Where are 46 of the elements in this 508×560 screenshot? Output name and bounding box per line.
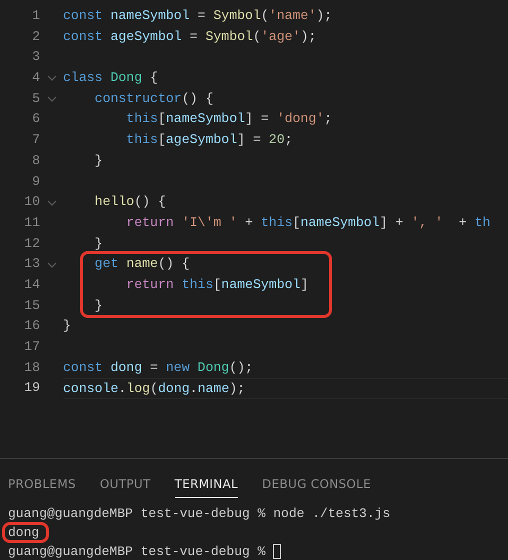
line-number: 15	[23, 296, 40, 315]
code-line: return 'I\'m ' + this[nameSymbol] + ', ' + th	[125, 214, 490, 230]
terminal-line: guang@guangdeMBP test-vue-debug % node ./test3.js	[8, 506, 390, 521]
code-line: this[nameSymbol] = 'dong';	[125, 111, 332, 126]
panel-tab[interactable]: TERMINAL	[174, 471, 238, 498]
line-number: 18	[23, 358, 40, 377]
code-line: this[ageSymbol] = 20;	[125, 132, 293, 148]
code-line: class Dong {	[63, 70, 158, 86]
panel-tab[interactable]: OUTPUT	[100, 471, 151, 498]
code-line: }	[94, 152, 103, 168]
code-line: }	[63, 318, 71, 334]
line-number: 10	[23, 193, 40, 212]
line-number: 16	[23, 317, 40, 336]
line-number: 17	[23, 338, 40, 356]
line-number: 19	[23, 379, 40, 398]
line-number: 1	[31, 7, 40, 25]
code-line: const ageSymbol = Symbol('age');	[63, 28, 316, 44]
code-line: const nameSymbol = Symbol('name');	[63, 8, 332, 23]
line-number: 3	[31, 48, 40, 66]
code-line: hello() {	[94, 194, 166, 210]
line-number: 14	[23, 276, 40, 294]
line-number: 4	[31, 69, 40, 88]
code-line: const dong = new Dong();	[63, 360, 253, 375]
line-number: 12	[23, 234, 40, 253]
line-number: 9	[31, 172, 40, 190]
terminal-line: guang@guangdeMBP test-vue-debug %	[8, 544, 266, 559]
chevron-icon[interactable]	[46, 75, 56, 82]
code-line: }	[94, 236, 103, 251]
code-line: get name() {	[94, 256, 190, 272]
line-number: 2	[31, 28, 40, 46]
panel-tab[interactable]: PROBLEMS	[8, 471, 76, 498]
code-line: console.log(dong.name);	[63, 381, 246, 396]
line-number: 11	[23, 214, 40, 232]
line-number: 8	[31, 152, 40, 170]
code-line: }	[94, 298, 103, 313]
panel-tab[interactable]: DEBUG CONSOLE	[262, 471, 372, 498]
chevron-icon[interactable]	[46, 200, 56, 206]
code-line: return this[nameSymbol]	[125, 276, 308, 292]
terminal-line: dong	[8, 525, 40, 540]
code-line: constructor() {	[94, 90, 214, 106]
chevron-icon[interactable]	[46, 262, 56, 268]
chevron-icon[interactable]	[46, 96, 56, 102]
line-number: 6	[31, 110, 40, 128]
line-number: 5	[31, 90, 40, 108]
line-number: 13	[23, 255, 40, 274]
line-number: 7	[31, 131, 40, 150]
